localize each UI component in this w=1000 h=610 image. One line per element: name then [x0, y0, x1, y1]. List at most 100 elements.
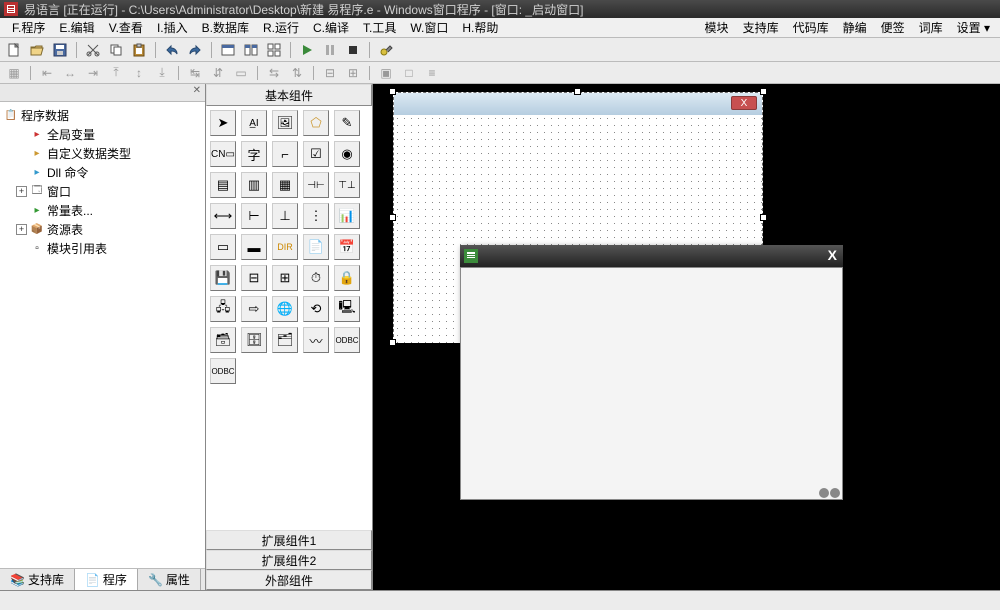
bring-front-icon[interactable]: ▣ [376, 64, 396, 82]
comp-lock-icon[interactable]: 🔒 [334, 265, 360, 291]
form-designer-canvas[interactable]: X X [373, 84, 1000, 590]
pause-icon[interactable] [320, 40, 340, 60]
hspace-icon[interactable]: ⇆ [264, 64, 284, 82]
tree-expand-icon[interactable]: + [16, 186, 27, 197]
comp-vrule-icon[interactable]: ⊥ [272, 203, 298, 229]
comp-rule-icon[interactable]: ⊢ [241, 203, 267, 229]
resize-handle-nw[interactable] [389, 88, 396, 95]
menu-program[interactable]: F.程序 [6, 17, 51, 38]
stop-icon[interactable] [343, 40, 363, 60]
rmenu-dict[interactable]: 词库 [915, 17, 947, 38]
tab-support[interactable]: 📚 支持库 [0, 569, 75, 590]
send-back-icon[interactable]: □ [399, 64, 419, 82]
comp-label-icon[interactable]: A̲I [241, 110, 267, 136]
comp-wave-icon[interactable]: 〰 [303, 327, 329, 353]
align-top-icon[interactable]: ⤒ [106, 64, 126, 82]
panel-close-icon[interactable]: ✕ [193, 85, 201, 96]
panes1-icon[interactable] [218, 40, 238, 60]
tree-item-window[interactable]: + 🗔 窗口 [16, 182, 201, 201]
comp-odbc1-icon[interactable]: ODBC [334, 327, 360, 353]
cut-icon[interactable] [83, 40, 103, 60]
center-h-icon[interactable]: ⊟ [320, 64, 340, 82]
rmenu-note[interactable]: 便签 [877, 17, 909, 38]
comp-dir-icon[interactable]: DIR [272, 234, 298, 260]
comp-check-icon[interactable]: ☑ [303, 141, 329, 167]
menu-edit[interactable]: E.编辑 [53, 17, 100, 38]
resize-handle-ne[interactable] [760, 88, 767, 95]
grid-icon[interactable]: ▦ [4, 64, 24, 82]
comp-picture-icon[interactable]: 🖼 [272, 110, 298, 136]
comp-vslider-icon[interactable]: ⊤⊥ [334, 172, 360, 198]
same-height-icon[interactable]: ⇵ [208, 64, 228, 82]
rmenu-settings[interactable]: 设置 ▾ [953, 17, 994, 38]
runtime-window[interactable]: X [460, 245, 843, 500]
comp-timer-icon[interactable]: ⏱ [303, 265, 329, 291]
tree-item-modules[interactable]: ▫ 模块引用表 [16, 239, 201, 258]
rmenu-support[interactable]: 支持库 [739, 17, 783, 38]
same-size-icon[interactable]: ▭ [231, 64, 251, 82]
resize-handle-e[interactable] [760, 214, 767, 221]
comp-tab-ext2[interactable]: 扩展组件2 [206, 550, 372, 570]
tab-property[interactable]: 🔧 属性 [138, 569, 201, 590]
comp-send-icon[interactable]: ⇨ [241, 296, 267, 322]
align-right-icon[interactable]: ⇥ [83, 64, 103, 82]
tree-item-res[interactable]: + 📦 资源表 [16, 220, 201, 239]
tree-item-types[interactable]: ▸ 自定义数据类型 [16, 144, 201, 163]
runtime-titlebar[interactable]: X [460, 245, 843, 267]
comp-db2-icon[interactable]: 🗄 [241, 327, 267, 353]
comp-tab-external[interactable]: 外部组件 [206, 570, 372, 590]
comp-tab-ext1[interactable]: 扩展组件1 [206, 530, 372, 550]
comp-grid-icon[interactable]: ▦ [272, 172, 298, 198]
center-v-icon[interactable]: ⊞ [343, 64, 363, 82]
comp-drive-icon[interactable]: 💾 [210, 265, 236, 291]
comp-doc-icon[interactable]: 📄 [303, 234, 329, 260]
resize-handle-w[interactable] [389, 214, 396, 221]
open-file-icon[interactable] [27, 40, 47, 60]
comp-broken-icon[interactable]: ⋮ [303, 203, 329, 229]
resize-grip-icon[interactable] [819, 488, 840, 498]
comp-radio-icon[interactable]: ◉ [334, 141, 360, 167]
menu-run[interactable]: R.运行 [257, 17, 305, 38]
resize-handle-n[interactable] [574, 88, 581, 95]
panes3-icon[interactable] [264, 40, 284, 60]
runtime-close-icon[interactable]: X [828, 247, 837, 263]
tree-item-const[interactable]: ▸ 常量表... [16, 201, 201, 220]
form-close-button[interactable]: X [731, 96, 757, 110]
vspace-icon[interactable]: ⇅ [287, 64, 307, 82]
redo-icon[interactable] [185, 40, 205, 60]
menu-tools[interactable]: T.工具 [357, 17, 402, 38]
comp-net-icon[interactable]: 🖳 [334, 296, 360, 322]
comp-db1-icon[interactable]: 🗃 [210, 327, 236, 353]
align-bottom-icon[interactable]: ⤓ [152, 64, 172, 82]
comp-combo-icon[interactable]: ▥ [241, 172, 267, 198]
undo-icon[interactable] [162, 40, 182, 60]
rmenu-module[interactable]: 模块 [701, 17, 733, 38]
menu-window[interactable]: W.窗口 [404, 17, 454, 38]
comp-header-basic[interactable]: 基本组件 [206, 84, 372, 106]
comp-edit-icon[interactable]: CN▭ [210, 141, 236, 167]
comp-shape-icon[interactable]: ⬠ [303, 110, 329, 136]
comp-chart-icon[interactable]: 📊 [334, 203, 360, 229]
comp-list-icon[interactable]: ▤ [210, 172, 236, 198]
menu-view[interactable]: V.查看 [103, 17, 149, 38]
align-left-icon[interactable]: ⇤ [37, 64, 57, 82]
comp-marquee-icon[interactable]: ⟲ [303, 296, 329, 322]
build-icon[interactable] [376, 40, 396, 60]
tab-program[interactable]: 📄 程序 [75, 569, 138, 590]
menu-compile[interactable]: C.编译 [307, 17, 355, 38]
comp-tree-icon[interactable]: ⊟ [241, 265, 267, 291]
menu-help[interactable]: H.帮助 [456, 17, 504, 38]
tree-item-dll[interactable]: ▸ Dll 命令 [16, 163, 201, 182]
copy-icon[interactable] [106, 40, 126, 60]
comp-grid2-icon[interactable]: ⊞ [272, 265, 298, 291]
comp-corner-icon[interactable]: ⌐ [272, 141, 298, 167]
form-titlebar[interactable]: X [394, 93, 762, 115]
comp-calendar-icon[interactable]: 📅 [334, 234, 360, 260]
same-width-icon[interactable]: ↹ [185, 64, 205, 82]
align-hcenter-icon[interactable]: ↔ [60, 64, 80, 82]
tree-item-global[interactable]: ▸ 全局变量 [16, 125, 201, 144]
rmenu-static[interactable]: 静编 [839, 17, 871, 38]
comp-explorer-icon[interactable]: 🌐 [272, 296, 298, 322]
comp-hscroll-icon[interactable]: ⟷ [210, 203, 236, 229]
comp-slider-icon[interactable]: ⊣⊢ [303, 172, 329, 198]
